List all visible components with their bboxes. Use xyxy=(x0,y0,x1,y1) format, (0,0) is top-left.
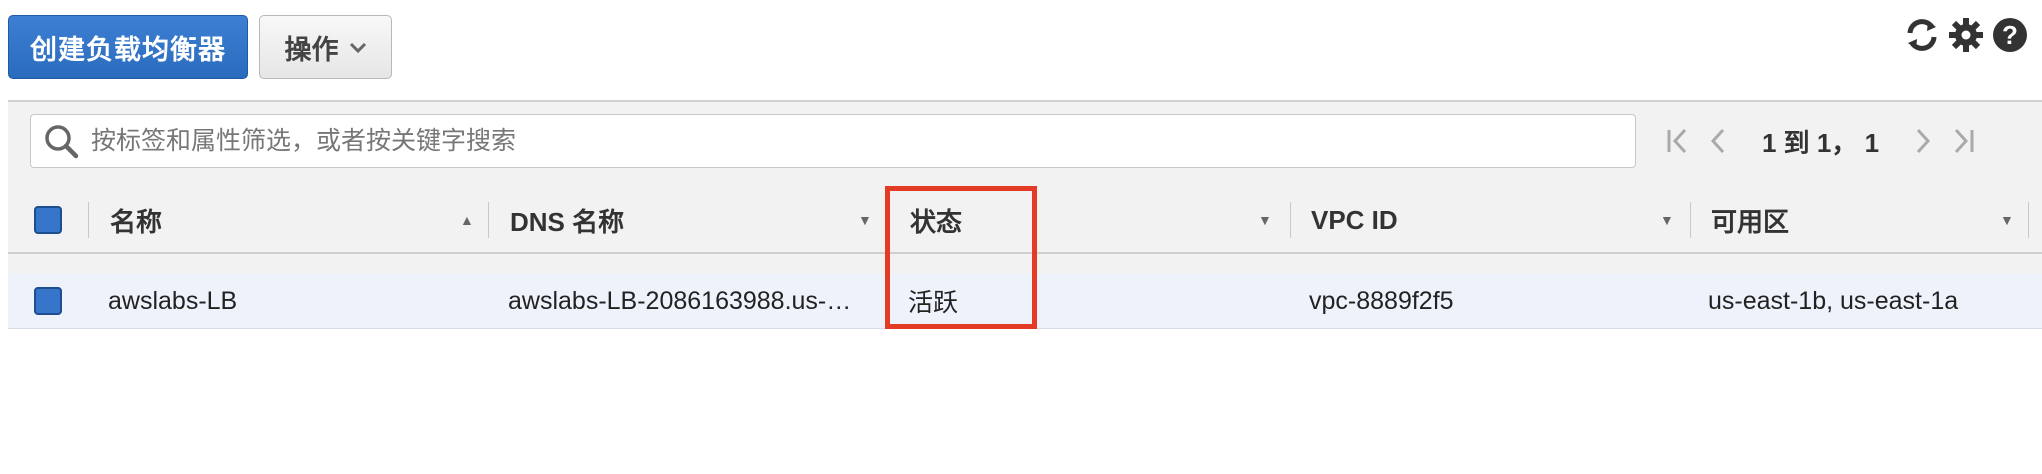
help-icon[interactable]: ? xyxy=(1990,15,2030,55)
cell-dns: awslabs-LB-2086163988.us-… xyxy=(508,286,852,315)
refresh-icon[interactable] xyxy=(1902,15,1942,55)
column-divider xyxy=(1290,202,1291,238)
toolbar: 创建负载均衡器 操作 ? xyxy=(0,0,2042,100)
actions-label: 操作 xyxy=(284,34,339,65)
search-icon xyxy=(41,121,81,161)
column-header-name[interactable]: 名称 xyxy=(110,188,162,252)
gear-icon[interactable] xyxy=(1946,15,1986,55)
create-load-balancer-button[interactable]: 创建负载均衡器 xyxy=(8,15,248,79)
column-header-availability-zone[interactable]: 可用区 xyxy=(1711,188,1789,252)
svg-text:?: ? xyxy=(2002,20,2018,50)
column-divider xyxy=(488,202,489,238)
last-page-icon[interactable] xyxy=(1943,121,1983,161)
cell-name: awslabs-LB xyxy=(108,286,238,315)
column-divider xyxy=(2028,202,2029,238)
column-header-vpc-id[interactable]: VPC ID xyxy=(1311,188,1398,252)
sort-desc-icon[interactable]: ▼ xyxy=(858,188,872,252)
row-checkbox[interactable] xyxy=(34,287,62,315)
column-divider xyxy=(88,202,89,238)
actions-dropdown-button[interactable]: 操作 xyxy=(259,15,392,79)
next-page-icon[interactable] xyxy=(1903,121,1943,161)
search-box[interactable] xyxy=(30,114,1636,168)
search-input[interactable] xyxy=(89,125,1635,157)
sort-asc-icon[interactable]: ▲ xyxy=(460,188,474,252)
top-icon-group: ? xyxy=(1902,15,2030,55)
sort-desc-icon[interactable]: ▼ xyxy=(1258,188,1272,252)
cell-availability-zone: us-east-1b, us-east-1a xyxy=(1708,286,1959,315)
pagination: 1 到 1， 1 xyxy=(1658,114,1983,168)
cell-vpc-id: vpc-8889f2f5 xyxy=(1309,286,1454,315)
column-header-dns[interactable]: DNS 名称 xyxy=(510,188,624,252)
sort-desc-icon[interactable]: ▼ xyxy=(2000,188,2014,252)
first-page-icon[interactable] xyxy=(1658,121,1698,161)
highlight-annotation-box xyxy=(885,186,1037,329)
sort-desc-icon[interactable]: ▼ xyxy=(1660,188,1674,252)
chevron-down-icon xyxy=(349,38,367,59)
pagination-text: 1 到 1， 1 xyxy=(1762,127,1880,158)
select-all-checkbox[interactable] xyxy=(34,206,62,234)
column-divider xyxy=(1690,202,1691,238)
prev-page-icon[interactable] xyxy=(1698,121,1738,161)
